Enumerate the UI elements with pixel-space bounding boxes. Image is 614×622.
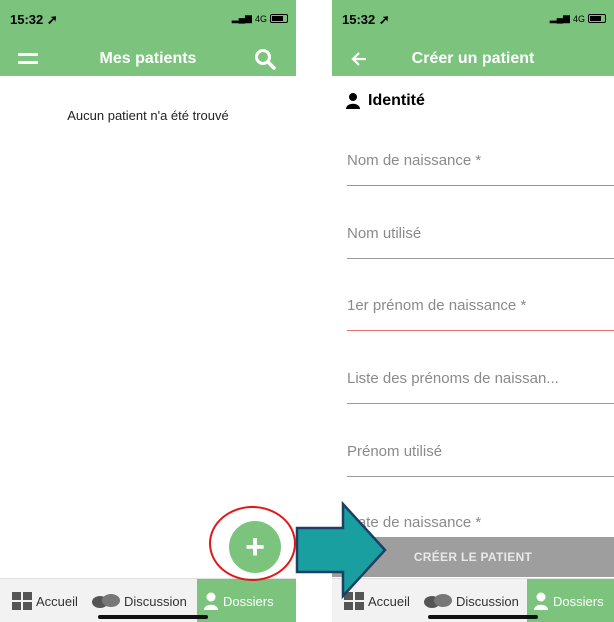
status-bar: 15:32 ➚ ▂▄▆ 4G: [0, 0, 296, 40]
chat-bubbles-icon: [92, 593, 120, 609]
nav-item-files[interactable]: Dossiers: [197, 579, 296, 622]
person-icon: [346, 93, 360, 109]
first-birth-name-field[interactable]: 1er prénom de naissance *: [347, 291, 614, 331]
home-indicator: [428, 615, 538, 619]
home-indicator: [98, 615, 208, 619]
battery-icon: [588, 14, 606, 23]
app-bar: Créer un patient: [332, 40, 614, 76]
battery-icon: [270, 14, 288, 23]
nav-label-files: Dossiers: [553, 593, 604, 609]
birth-first-names-list-field[interactable]: Liste des prénoms de naissan...: [347, 364, 614, 404]
nav-label-discussions: Discussion: [124, 593, 187, 609]
grid-icon: [12, 592, 32, 610]
status-bar: 15:32 ➚ ▂▄▆ 4G: [332, 0, 614, 40]
network-label: 4G: [572, 13, 585, 24]
section-title: Identité: [346, 92, 425, 110]
right-arrow-icon: [295, 500, 387, 600]
status-time: 15:32 ➚: [10, 12, 58, 27]
signal-icon: ▂▄▆: [549, 13, 570, 23]
person-icon: [534, 592, 548, 610]
status-time: 15:32 ➚: [342, 12, 390, 27]
birth-name-field[interactable]: Nom de naissance *: [347, 146, 614, 186]
page-title: Créer un patient: [411, 50, 535, 67]
field-placeholder: Nom de naissance *: [347, 152, 482, 169]
field-underline: [347, 185, 614, 186]
nav-label-discussions: Discussion: [456, 593, 519, 609]
page-title: Mes patients: [99, 50, 197, 67]
field-placeholder: 1er prénom de naissance *: [347, 297, 527, 314]
status-time-text: 15:32: [342, 12, 376, 27]
used-first-name-field[interactable]: Prénom utilisé: [347, 437, 614, 477]
highlight-ring: [209, 506, 296, 581]
field-placeholder: Liste des prénoms de naissan...: [347, 370, 559, 387]
status-indicators: ▂▄▆ 4G: [550, 13, 606, 24]
nav-item-home[interactable]: Accueil: [12, 579, 78, 622]
nav-label-files: Dossiers: [223, 593, 274, 609]
status-time-text: 15:32: [10, 12, 44, 27]
nav-label-home: Accueil: [36, 593, 78, 609]
nav-item-files[interactable]: Dossiers: [527, 579, 614, 622]
status-indicators: ▂▄▆ 4G: [232, 13, 288, 24]
field-underline: [347, 403, 614, 404]
network-label: 4G: [254, 13, 267, 24]
search-icon[interactable]: [254, 48, 276, 70]
empty-state-message: Aucun patient n'a été trouvé: [67, 108, 229, 123]
section-title-text: Identité: [368, 92, 425, 109]
field-placeholder: Prénom utilisé: [347, 443, 443, 460]
signal-icon: ▂▄▆: [231, 13, 252, 23]
bottom-navigation: Accueil Discussion Dossiers: [0, 578, 296, 622]
person-icon: [204, 592, 218, 610]
field-underline: [347, 330, 614, 331]
app-bar: Mes patients: [0, 40, 296, 76]
field-placeholder: Nom utilisé: [347, 225, 422, 242]
patients-list-screen: 15:32 ➚ ▂▄▆ 4G Mes patients Aucun patien…: [0, 0, 296, 622]
chat-bubbles-icon: [424, 593, 452, 609]
used-name-field[interactable]: Nom utilisé: [347, 219, 614, 259]
field-underline: [347, 476, 614, 477]
field-underline: [347, 258, 614, 259]
